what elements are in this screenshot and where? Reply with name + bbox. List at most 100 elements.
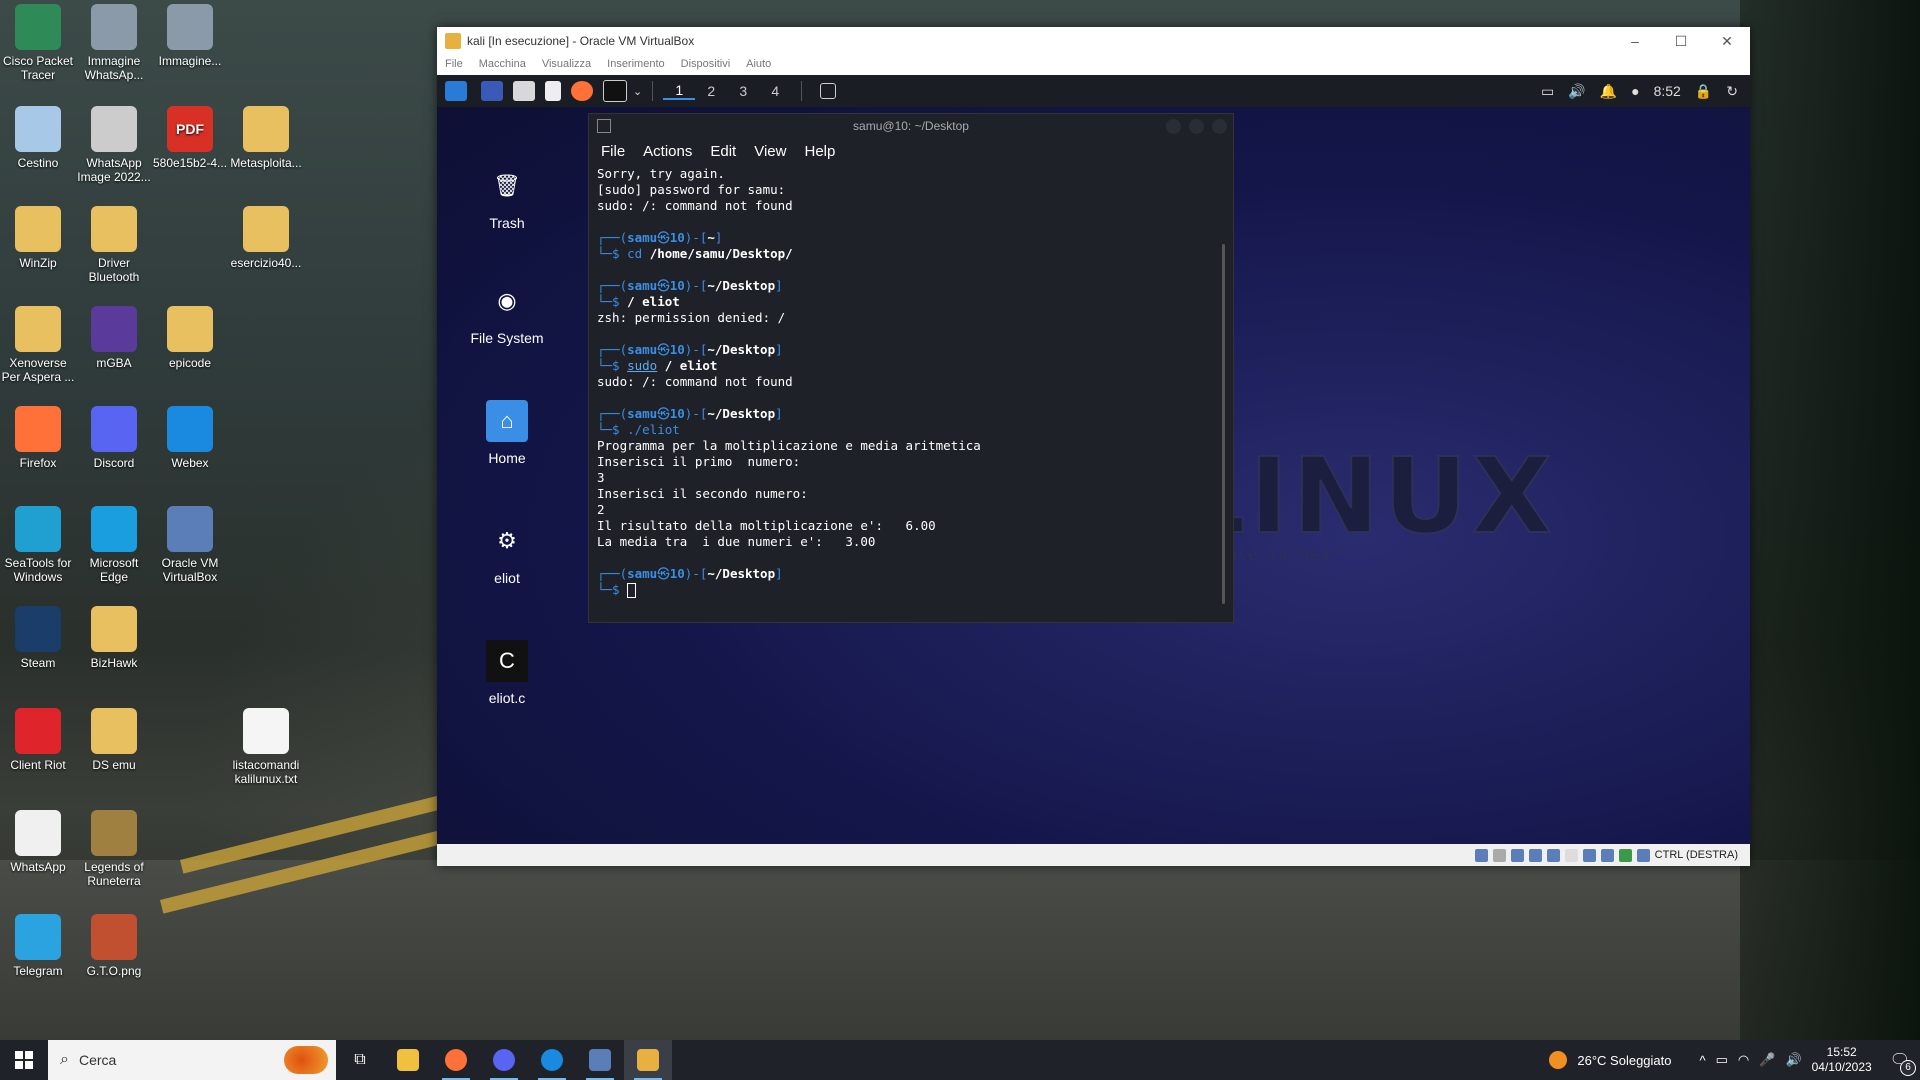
- desktop-icon[interactable]: Microsoft Edge: [76, 506, 152, 584]
- vbox-menu-input[interactable]: Inserimento: [607, 58, 664, 70]
- desktop-icon[interactable]: Telegram: [0, 914, 76, 978]
- taskbar-kali-vm[interactable]: [624, 1040, 672, 1080]
- desktop-icon[interactable]: Driver Bluetooth: [76, 206, 152, 284]
- network-icon[interactable]: [1528, 848, 1542, 862]
- close-button[interactable]: ✕: [1704, 33, 1750, 50]
- desktop-icon[interactable]: epicode: [152, 306, 228, 370]
- terminal-scrollbar[interactable]: [1222, 244, 1225, 604]
- terminal-menu-file[interactable]: File: [601, 143, 625, 160]
- search-highlight-icon[interactable]: [284, 1046, 328, 1074]
- desktop-icon[interactable]: SeaTools for Windows: [0, 506, 76, 584]
- minimize-button[interactable]: [1166, 119, 1181, 134]
- kali-desktop-icon[interactable]: ⌂ Home: [462, 400, 552, 466]
- desktop-icon[interactable]: Legends of Runeterra: [76, 810, 152, 888]
- battery-icon[interactable]: ▭: [1716, 1052, 1728, 1068]
- maximize-button[interactable]: [1189, 119, 1204, 134]
- logout-icon[interactable]: ↻: [1726, 83, 1738, 100]
- minimize-button[interactable]: –: [1612, 33, 1658, 50]
- desktop-icon[interactable]: DS emu: [76, 708, 152, 772]
- workspace-4[interactable]: 4: [759, 83, 791, 99]
- desktop-icon[interactable]: WinZip: [0, 206, 76, 270]
- desktop-icon[interactable]: Cestino: [0, 106, 76, 170]
- show-desktop-icon[interactable]: [481, 81, 503, 101]
- weather-icon[interactable]: [1549, 1051, 1568, 1069]
- usb-icon[interactable]: [1546, 848, 1560, 862]
- notification-center-icon[interactable]: 🗨 6: [1890, 1050, 1916, 1076]
- taskbar-file-explorer[interactable]: [384, 1040, 432, 1080]
- workspace-1[interactable]: 1: [663, 82, 696, 100]
- text-editor-icon[interactable]: [545, 81, 561, 101]
- wifi-icon[interactable]: ◠: [1738, 1052, 1749, 1068]
- taskbar-clock[interactable]: 15:52 04/10/2023: [1812, 1045, 1872, 1075]
- desktop-icon[interactable]: WhatsApp: [0, 810, 76, 874]
- maximize-button[interactable]: ☐: [1658, 33, 1704, 50]
- kali-desktop-icon[interactable]: ◉ File System: [462, 280, 552, 346]
- kali-desktop-icon[interactable]: 🗑 Trash: [462, 165, 552, 231]
- vbox-menu-help[interactable]: Aiuto: [746, 58, 771, 70]
- vbox-menu-view[interactable]: Visualizza: [542, 58, 591, 70]
- taskbar-virtualbox-manager[interactable]: [576, 1040, 624, 1080]
- desktop-icon[interactable]: mGBA: [76, 306, 152, 370]
- terminal-menu-help[interactable]: Help: [804, 143, 835, 160]
- desktop-icon[interactable]: Metasploita...: [228, 106, 304, 170]
- taskbar-search[interactable]: ⌕ Cerca: [48, 1040, 336, 1080]
- shared-folder-icon[interactable]: [1564, 848, 1578, 862]
- kali-desktop-icon[interactable]: Celiot.c: [462, 640, 552, 706]
- microphone-icon[interactable]: 🎤: [1759, 1052, 1775, 1068]
- desktop-icon[interactable]: esercizio40...: [228, 206, 304, 270]
- terminal-window-icon[interactable]: [820, 83, 837, 99]
- audio-icon[interactable]: [1510, 848, 1524, 862]
- display-icon[interactable]: ▭: [1541, 83, 1554, 100]
- chevron-up-icon[interactable]: ^: [1700, 1053, 1706, 1068]
- host-key-label[interactable]: CTRL (DESTRA): [1655, 849, 1738, 861]
- desktop-icon[interactable]: Xenoverse Per Aspera ...: [0, 306, 76, 384]
- workspace-3[interactable]: 3: [727, 83, 759, 99]
- terminal-menu-view[interactable]: View: [754, 143, 786, 160]
- terminal-icon[interactable]: [603, 80, 627, 102]
- taskbar-webex[interactable]: [528, 1040, 576, 1080]
- desktop-icon[interactable]: Discord: [76, 406, 152, 470]
- power-icon[interactable]: ●: [1631, 83, 1639, 99]
- cpu-icon[interactable]: [1618, 848, 1632, 862]
- desktop-icon[interactable]: listacomandi kalilunux.txt: [228, 708, 304, 786]
- speaker-icon[interactable]: 🔊: [1785, 1052, 1801, 1068]
- weather-text[interactable]: 26°C Soleggiato: [1577, 1053, 1671, 1068]
- display-icon[interactable]: [1582, 848, 1596, 862]
- notification-bell-icon[interactable]: 🔔: [1600, 83, 1617, 100]
- desktop-icon[interactable]: G.T.O.png: [76, 914, 152, 978]
- terminal-menu-edit[interactable]: Edit: [710, 143, 736, 160]
- volume-icon[interactable]: 🔊: [1568, 83, 1585, 100]
- desktop-icon[interactable]: Immagine WhatsAp...: [76, 4, 152, 82]
- vbox-menu-machine[interactable]: Macchina: [479, 58, 526, 70]
- task-view-button[interactable]: ⧉: [336, 1040, 384, 1080]
- terminal-output[interactable]: Sorry, try again. [sudo] password for sa…: [589, 164, 1233, 600]
- file-manager-icon[interactable]: [513, 81, 535, 101]
- optical-drive-icon[interactable]: [1492, 848, 1506, 862]
- recording-icon[interactable]: [1600, 848, 1614, 862]
- taskbar-firefox[interactable]: [432, 1040, 480, 1080]
- terminal-window[interactable]: samu@10: ~/Desktop File Actions Edit Vie…: [588, 113, 1234, 623]
- kali-menu-icon[interactable]: [445, 81, 467, 101]
- hdd-icon[interactable]: [1474, 848, 1488, 862]
- mouse-integration-icon[interactable]: [1636, 848, 1650, 862]
- workspace-2[interactable]: 2: [695, 83, 727, 99]
- desktop-icon[interactable]: Steam: [0, 606, 76, 670]
- close-button[interactable]: [1212, 119, 1227, 134]
- desktop-icon[interactable]: Client Riot: [0, 708, 76, 772]
- firefox-icon[interactable]: [571, 81, 593, 101]
- chevron-down-icon[interactable]: ⌄: [633, 85, 642, 98]
- terminal-menu-actions[interactable]: Actions: [643, 143, 692, 160]
- start-button[interactable]: [0, 1040, 48, 1080]
- desktop-icon[interactable]: PDF 580e15b2-4...: [152, 106, 228, 170]
- desktop-icon[interactable]: WhatsApp Image 2022...: [76, 106, 152, 184]
- vbox-menu-file[interactable]: File: [445, 58, 463, 70]
- taskbar-discord[interactable]: [480, 1040, 528, 1080]
- desktop-icon[interactable]: Cisco Packet Tracer: [0, 4, 76, 82]
- lock-icon[interactable]: 🔒: [1695, 83, 1712, 100]
- desktop-icon[interactable]: Oracle VM VirtualBox: [152, 506, 228, 584]
- kali-desktop-icon[interactable]: ⚙ eliot: [462, 520, 552, 586]
- desktop-icon[interactable]: BizHawk: [76, 606, 152, 670]
- desktop-icon[interactable]: Firefox: [0, 406, 76, 470]
- vbox-menu-devices[interactable]: Dispositivi: [681, 58, 731, 70]
- kali-clock[interactable]: 8:52: [1654, 83, 1681, 99]
